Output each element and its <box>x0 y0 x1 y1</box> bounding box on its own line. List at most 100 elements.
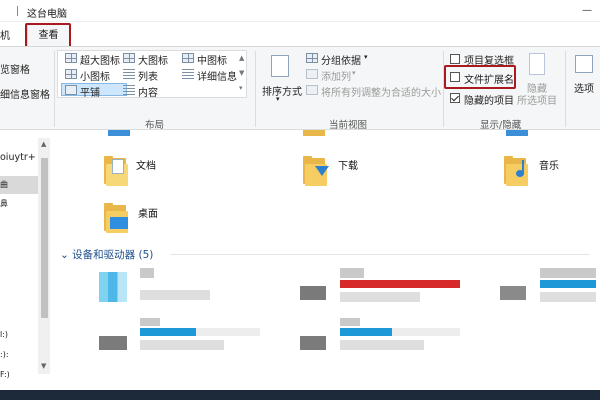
options-icon <box>575 55 593 73</box>
window-title: 这台电脑 <box>27 9 67 20</box>
nav-item-network[interactable]: 鼻 <box>0 198 8 209</box>
drive-info-blurred <box>540 292 596 302</box>
downloads-folder-icon[interactable] <box>303 156 331 186</box>
list-icon <box>123 69 135 79</box>
details-icon <box>182 69 194 79</box>
hidden-items-label: 隐藏的项目 <box>464 96 514 107</box>
nav-scrollbar-thumb[interactable] <box>41 158 48 318</box>
drive-usage-remaining <box>196 328 260 336</box>
drive-icon-blurred[interactable] <box>500 286 526 300</box>
group-by-icon <box>306 53 318 63</box>
ribbon-tabs: 机 <box>0 22 600 46</box>
drive-info-blurred <box>340 340 424 350</box>
layout-extra-large-icons[interactable]: 超大图标 <box>80 52 120 67</box>
layout-scroll-arrows[interactable]: ▲ ▼ ▾ <box>239 51 247 96</box>
folder-music-label[interactable]: 音乐 <box>539 157 559 172</box>
devices-header-text: 设备和驱动器 (5) <box>72 249 154 261</box>
sort-dropdown-arrow[interactable]: ▾ <box>276 95 280 103</box>
drive-name-blurred <box>140 318 160 326</box>
layout-large-icons[interactable]: 大图标 <box>138 52 168 67</box>
small-icons-icon <box>65 69 77 79</box>
group-by-dropdown-icon[interactable]: ▾ <box>364 53 368 61</box>
current-view-group-label: 当前视图 <box>329 120 368 131</box>
options-button[interactable]: 选项 <box>574 80 594 95</box>
drive-name-blurred <box>140 268 154 278</box>
ribbon-separator <box>565 51 566 127</box>
group-by-button[interactable]: 分组依据 <box>321 52 361 67</box>
tab-view[interactable]: 查看 <box>27 24 70 48</box>
item-checkboxes-label: 项目复选框 <box>464 56 514 67</box>
drive-info-blurred <box>140 290 210 300</box>
drive-usage-bar <box>140 328 196 336</box>
file-extensions-label: 文件扩展名 <box>464 75 514 86</box>
drive-usage-remaining <box>392 328 460 336</box>
layout-details[interactable]: 详细信息 <box>197 68 237 83</box>
nav-item-this-pc[interactable]: 曲 <box>0 179 8 190</box>
drive-name-blurred <box>340 318 360 326</box>
drive-usage-bar <box>540 280 596 288</box>
nav-item-drive-c[interactable]: l:) <box>0 330 8 339</box>
fit-columns-button[interactable]: 将所有列调整为合适的大小 <box>321 84 441 99</box>
preview-pane-button[interactable]: 览窗格 <box>0 61 30 76</box>
folder-partial-top <box>108 130 130 136</box>
ribbon-separator <box>54 51 55 127</box>
folder-desktop-label[interactable]: 桌面 <box>138 205 158 220</box>
add-columns-button[interactable]: 添加列 <box>321 68 351 83</box>
drive-info-blurred <box>140 340 224 350</box>
sort-by-icon <box>271 55 289 77</box>
layout-small-icons[interactable]: 小图标 <box>80 68 110 83</box>
layout-tiles[interactable]: 平铺 <box>80 84 100 99</box>
nav-scroll-down-icon[interactable]: ▼ <box>41 362 46 370</box>
drive-name-blurred <box>540 268 596 278</box>
tiles-icon <box>65 85 77 95</box>
drive-icon-blurred[interactable] <box>300 336 326 350</box>
extra-large-icons-icon <box>65 53 77 63</box>
file-explorer-window: 这台电脑 — 机 查看 览窗格 细信息窗格 超大图标 大图标 中图标 小图标 列… <box>0 0 600 400</box>
layout-medium-icons[interactable]: 中图标 <box>197 52 227 67</box>
hidden-items-checkbox[interactable] <box>450 93 460 103</box>
layout-list[interactable]: 列表 <box>138 68 158 83</box>
drive-usage-bar <box>340 328 392 336</box>
drive-icon-blurred[interactable] <box>300 286 326 300</box>
drive-icon-blurred[interactable] <box>99 336 127 350</box>
large-icons-icon <box>123 53 135 63</box>
ribbon-view: 览窗格 细信息窗格 超大图标 大图标 中图标 小图标 列表 详细信息 平铺 内容… <box>0 46 600 131</box>
nav-item-drive-f[interactable]: F:) <box>0 370 10 379</box>
title-bar: 这台电脑 — <box>0 0 600 22</box>
music-folder-icon[interactable] <box>504 156 532 186</box>
documents-folder-icon[interactable] <box>104 156 132 186</box>
medium-icons-icon <box>182 53 194 63</box>
nav-scroll-up-icon[interactable]: ▲ <box>41 140 46 148</box>
file-extensions-checkbox[interactable] <box>450 72 460 82</box>
folder-documents-label[interactable]: 文档 <box>136 157 156 172</box>
ribbon-separator <box>255 51 256 127</box>
drive-usage-bar <box>340 280 460 288</box>
drive-name-blurred <box>340 268 364 278</box>
nav-item-drive-d[interactable]: :): <box>0 350 9 359</box>
devices-section-header[interactable]: ⌄ 设备和驱动器 (5) <box>60 247 153 262</box>
desktop-folder-icon[interactable] <box>104 203 132 233</box>
tab-computer[interactable]: 机 <box>0 27 10 42</box>
details-pane-button[interactable]: 细信息窗格 <box>0 86 50 101</box>
show-hide-group-label: 显示/隐藏 <box>480 120 522 131</box>
hide-selected-sublabel: 所选项目 <box>517 96 557 107</box>
layout-content[interactable]: 内容 <box>138 84 158 99</box>
folder-downloads-label[interactable]: 下载 <box>338 157 358 172</box>
folder-partial-top <box>506 130 528 136</box>
drive-info-blurred <box>340 292 420 302</box>
section-divider <box>170 254 590 255</box>
title-separator <box>17 6 18 16</box>
folder-partial-top <box>303 130 325 136</box>
item-checkboxes-checkbox[interactable] <box>450 54 460 64</box>
minimize-icon[interactable]: — <box>582 5 592 16</box>
sort-by-button[interactable]: 排序方式 <box>262 83 302 98</box>
content-icon <box>123 85 135 95</box>
drive-icon-blurred[interactable] <box>99 272 127 302</box>
hide-selected-icon <box>529 53 545 75</box>
layout-group-label: 布局 <box>145 120 165 131</box>
add-column-icon <box>306 69 318 79</box>
taskbar <box>0 390 600 400</box>
nav-item-user[interactable]: oiuytr+ <box>0 152 36 163</box>
add-columns-dropdown-icon[interactable]: ▾ <box>352 69 356 77</box>
fit-columns-icon <box>306 85 318 95</box>
